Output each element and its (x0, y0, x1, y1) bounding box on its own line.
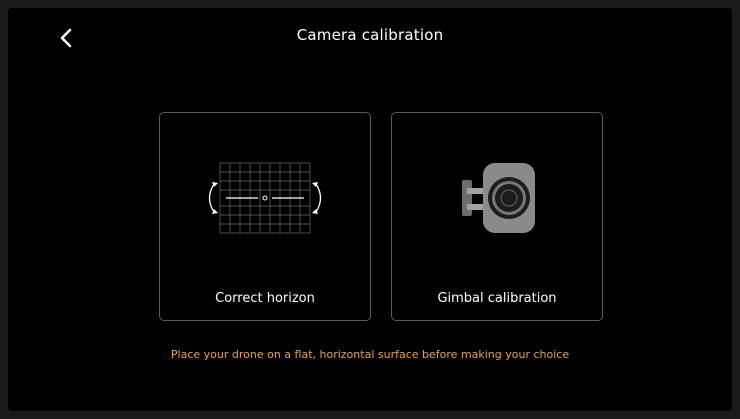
instruction-hint: Place your drone on a flat, horizontal s… (170, 348, 570, 361)
gimbal-calibration-card[interactable]: Gimbal calibration (391, 112, 603, 321)
gimbal-illustration (392, 153, 602, 243)
page-title: Camera calibration (296, 26, 444, 44)
horizon-grid-icon (208, 162, 322, 234)
horizon-illustration (160, 153, 370, 243)
camera-calibration-screen: Camera calibration Correct horizon Gimba… (8, 8, 732, 411)
gimbal-calibration-label: Gimbal calibration (437, 291, 557, 306)
correct-horizon-label: Correct horizon (215, 291, 315, 306)
gimbal-camera-icon (462, 163, 535, 233)
correct-horizon-card[interactable]: Correct horizon (159, 112, 371, 321)
